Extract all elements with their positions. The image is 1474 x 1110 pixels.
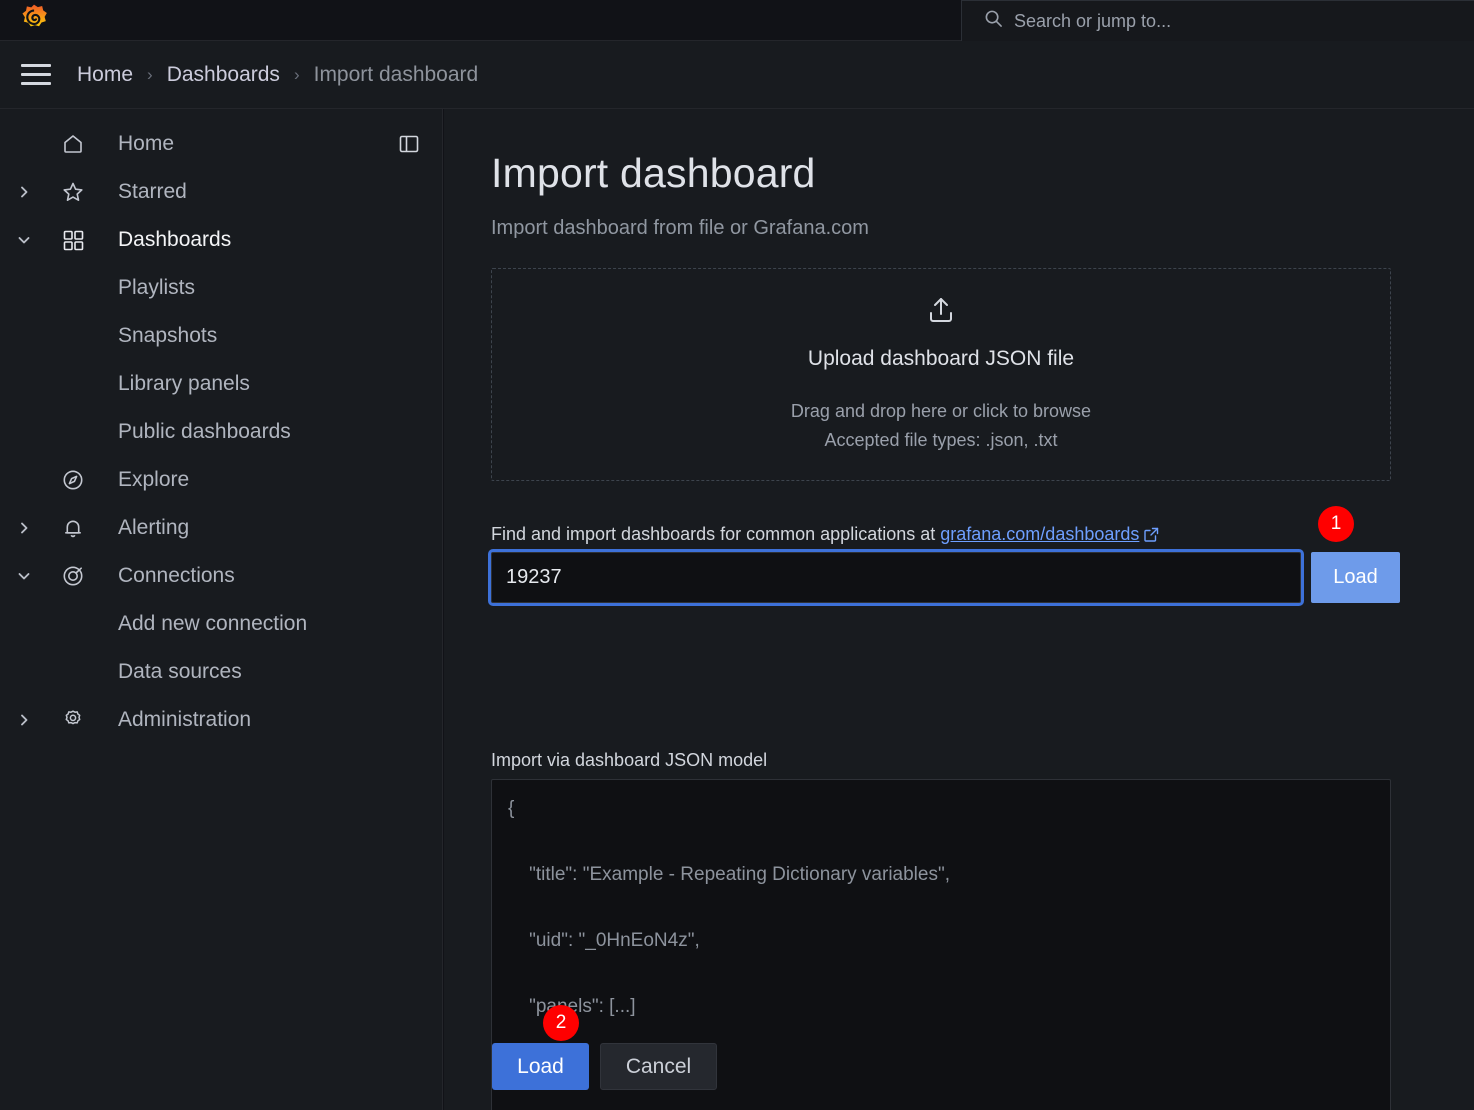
sidebar-item-label: Add new connection	[118, 612, 308, 635]
grafana-dashboards-link[interactable]: grafana.com/dashboards	[940, 524, 1139, 544]
chevron-down-icon[interactable]	[12, 228, 36, 252]
sidebar-item-snapshots[interactable]: Snapshots	[0, 312, 442, 360]
sidebar-item-label: Dashboards	[118, 228, 232, 251]
page-title: Import dashboard	[491, 150, 816, 196]
sidebar-nav: Home Starred Dashboards Playlists Snapsh…	[0, 109, 443, 1110]
dropzone-accepted-types: Accepted file types: .json, .txt	[824, 430, 1058, 450]
dashboard-id-input[interactable]	[488, 549, 1304, 606]
sidebar-item-add-new-connection[interactable]: Add new connection	[0, 600, 442, 648]
cancel-button[interactable]: Cancel	[600, 1043, 717, 1090]
breadcrumb-item-current: Import dashboard	[313, 62, 479, 86]
gear-icon	[60, 707, 86, 733]
dropzone-hint: Drag and drop here or click to browse	[790, 401, 1092, 421]
chevron-right-icon[interactable]	[12, 708, 36, 732]
external-link-icon[interactable]	[1144, 526, 1159, 547]
find-import-label: Find and import dashboards for common ap…	[491, 524, 1159, 547]
sidebar-item-home[interactable]: Home	[0, 120, 442, 168]
sidebar-item-label: Public dashboards	[118, 420, 291, 443]
sidebar-item-starred[interactable]: Starred	[0, 168, 442, 216]
sidebar-item-label: Home	[118, 132, 175, 155]
breadcrumb-item-dashboards[interactable]: Dashboards	[167, 63, 280, 87]
sidebar-item-label: Library panels	[118, 372, 250, 395]
dock-panel-icon[interactable]	[394, 129, 424, 159]
page-subtitle: Import dashboard from file or Grafana.co…	[491, 217, 869, 239]
dropzone-title: Upload dashboard JSON file	[807, 347, 1075, 370]
grafana-logo[interactable]	[0, 0, 62, 41]
hamburger-menu-icon[interactable]	[19, 58, 53, 92]
sidebar-item-public-dashboards[interactable]: Public dashboards	[0, 408, 442, 456]
dashboards-grid-icon	[60, 227, 86, 253]
sidebar-item-library-panels[interactable]: Library panels	[0, 360, 442, 408]
grafana-id-row: Load	[488, 549, 1400, 606]
bell-icon	[60, 515, 86, 541]
grafana-logo-icon	[19, 4, 49, 36]
sidebar-item-data-sources[interactable]: Data sources	[0, 648, 442, 696]
sidebar-item-label: Connections	[118, 564, 235, 587]
top-bar: Search or jump to...	[0, 0, 1474, 41]
sidebar-item-alerting[interactable]: Alerting	[0, 504, 442, 552]
search-icon	[984, 9, 1003, 33]
search-input-placeholder: Search or jump to...	[1014, 10, 1172, 31]
step-badge-1: 1	[1318, 506, 1354, 542]
connections-icon	[60, 563, 86, 589]
global-search-bar[interactable]: Search or jump to...	[961, 0, 1474, 41]
sidebar-item-connections[interactable]: Connections	[0, 552, 442, 600]
main-content: Import dashboard Import dashboard from f…	[444, 109, 1474, 1110]
sidebar-item-explore[interactable]: Explore	[0, 456, 442, 504]
breadcrumb-separator: ›	[147, 64, 153, 84]
step-badge-2: 2	[543, 1005, 579, 1041]
load-inline-button[interactable]: Load	[1311, 552, 1400, 603]
sidebar-item-dashboards[interactable]: Dashboards	[0, 216, 442, 264]
upload-icon	[924, 294, 958, 333]
chevron-right-icon[interactable]	[12, 180, 36, 204]
breadcrumb-separator: ›	[293, 64, 300, 84]
file-dropzone[interactable]: Upload dashboard JSON file Drag and drop…	[491, 268, 1391, 481]
load-button[interactable]: Load	[492, 1043, 589, 1090]
home-icon	[60, 131, 86, 157]
sidebar-item-administration[interactable]: Administration	[0, 696, 442, 744]
breadcrumb-bar: Home › Dashboards › Import dashboard	[0, 41, 1474, 109]
find-import-text: Find and import dashboards for common ap…	[491, 524, 941, 544]
json-model-label: Import via dashboard JSON model	[491, 750, 768, 770]
sidebar-item-label: Alerting	[118, 516, 190, 539]
sidebar-item-label: Data sources	[118, 660, 242, 683]
sidebar-item-label: Administration	[118, 708, 252, 731]
breadcrumb-item-home[interactable]: Home	[77, 63, 133, 87]
sidebar-item-label: Snapshots	[118, 324, 218, 347]
sidebar-item-label: Starred	[118, 180, 187, 203]
compass-icon	[60, 467, 86, 493]
sidebar-item-label: Playlists	[118, 276, 196, 299]
chevron-right-icon[interactable]	[12, 516, 36, 540]
sidebar-item-playlists[interactable]: Playlists	[0, 264, 442, 312]
star-icon	[60, 179, 86, 205]
sidebar-item-label: Explore	[118, 468, 190, 491]
breadcrumb: Home › Dashboards › Import dashboard	[77, 63, 478, 87]
chevron-down-icon[interactable]	[12, 564, 36, 588]
